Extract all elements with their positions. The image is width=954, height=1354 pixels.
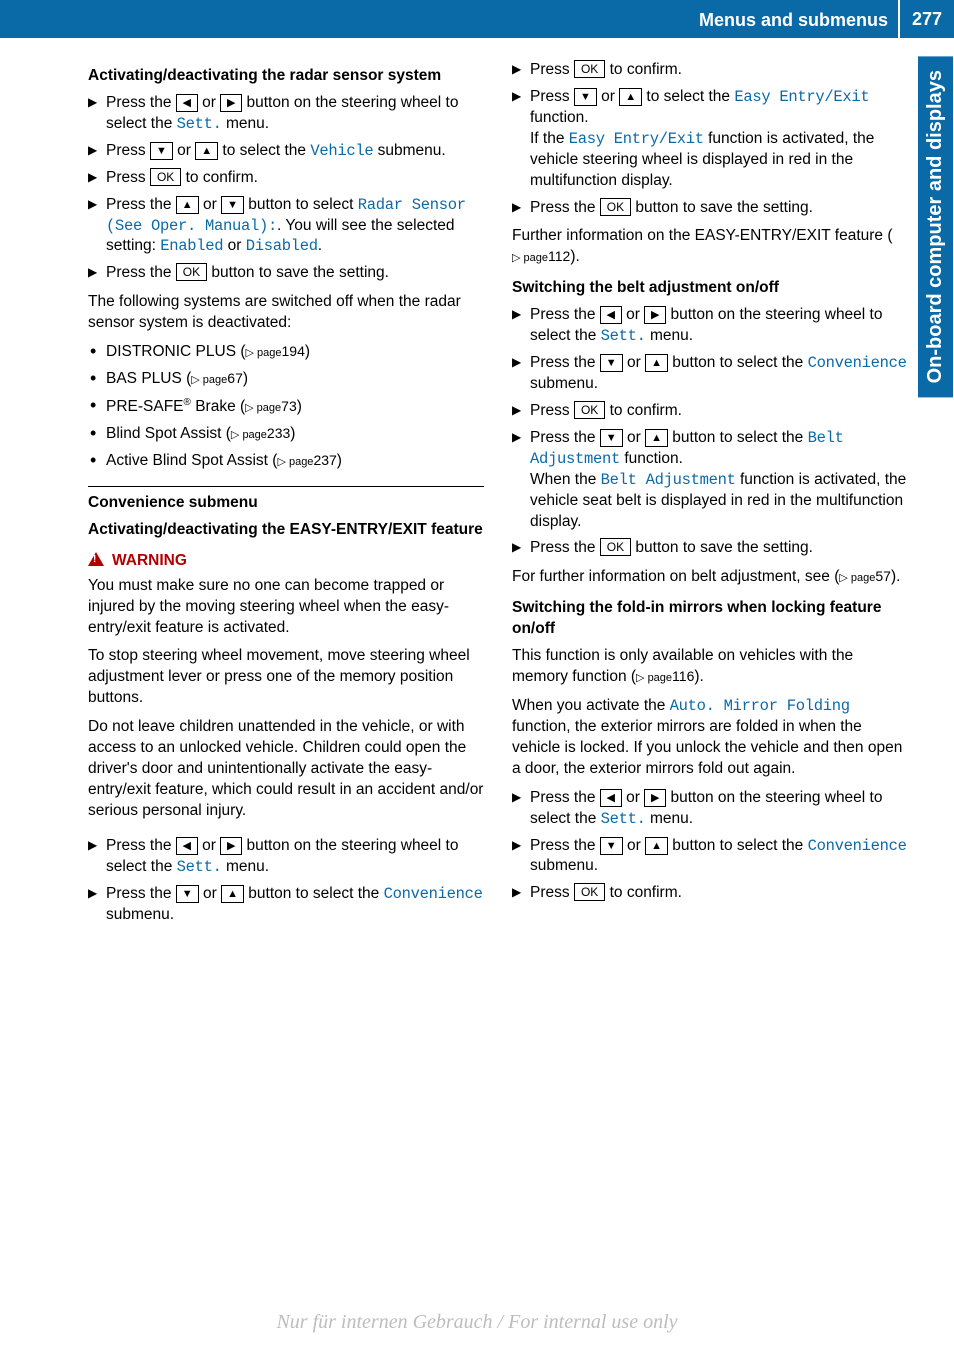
ok-button: OK: [574, 60, 605, 78]
left-column: Activating/deactivating the radar sensor…: [88, 60, 484, 934]
step: Press the ▲ or ▼ button to select Radar …: [88, 195, 484, 258]
step: Press the ▼ or ▲ button to select the Co…: [512, 353, 908, 395]
heading-easy-entry: Activating/deactivating the EASY-ENTRY/E…: [88, 520, 484, 541]
step: Press OK to confirm.: [512, 401, 908, 422]
up-arrow-button: ▲: [645, 429, 668, 447]
down-arrow-button: ▼: [600, 837, 623, 855]
watermark: Nur für internen Gebrauch / For internal…: [0, 1309, 954, 1336]
heading-convenience: Convenience submenu: [88, 486, 484, 514]
left-arrow-button: ◀: [176, 837, 198, 855]
warning-text: Do not leave children unattended in the …: [88, 717, 484, 822]
right-arrow-button: ▶: [220, 94, 242, 112]
step: Press the ◀ or ▶ button on the steering …: [512, 788, 908, 830]
step: Press the ▼ or ▲ button to select the Co…: [512, 836, 908, 878]
easy-entry-steps-b: Press OK to confirm. Press ▼ or ▲ to sel…: [512, 60, 908, 218]
mirror-description: When you activate the Auto. Mirror Foldi…: [512, 696, 908, 780]
up-arrow-button: ▲: [176, 196, 199, 214]
step: Press OK to confirm.: [512, 883, 908, 904]
left-arrow-button: ◀: [600, 306, 622, 324]
warning-icon: [88, 552, 104, 566]
warning-text: To stop steering wheel movement, move st…: [88, 646, 484, 709]
step: Press the OK button to save the setting.: [512, 538, 908, 559]
list-item: BAS PLUS (▷ page 67): [88, 369, 484, 390]
belt-steps: Press the ◀ or ▶ button on the steering …: [512, 305, 908, 559]
step: Press ▼ or ▲ to select the Easy Entry/Ex…: [512, 87, 908, 192]
ok-button: OK: [600, 198, 631, 216]
step: Press the ◀ or ▶ button on the steering …: [88, 836, 484, 878]
side-tab-label: On-board computer and displays: [918, 56, 953, 397]
up-arrow-button: ▲: [195, 142, 218, 160]
step: Press OK to confirm.: [88, 168, 484, 189]
heading-mirror: Switching the fold-in mirrors when locki…: [512, 598, 908, 640]
step: Press the OK button to save the setting.: [512, 198, 908, 219]
step: Press the ▼ or ▲ button to select the Co…: [88, 884, 484, 926]
right-arrow-button: ▶: [644, 306, 666, 324]
list-item: PRE-SAFE® Brake (▷ page 73): [88, 396, 484, 418]
easy-entry-ref: Further information on the EASY-ENTRY/EX…: [512, 226, 908, 268]
down-arrow-button: ▼: [600, 429, 623, 447]
heading-radar: Activating/deactivating the radar sensor…: [88, 66, 484, 87]
header-title: Menus and submenus: [699, 0, 898, 38]
list-item: Blind Spot Assist (▷ page 233): [88, 424, 484, 445]
left-arrow-button: ◀: [600, 789, 622, 807]
right-arrow-button: ▶: [644, 789, 666, 807]
up-arrow-button: ▲: [221, 885, 244, 903]
belt-ref: For further information on belt adjustme…: [512, 567, 908, 588]
left-arrow-button: ◀: [176, 94, 198, 112]
radar-off-intro: The following systems are switched off w…: [88, 292, 484, 334]
warning-label: WARNING: [88, 551, 484, 572]
list-item: DISTRONIC PLUS (▷ page 194): [88, 342, 484, 363]
up-arrow-button: ▲: [645, 354, 668, 372]
radar-off-list: DISTRONIC PLUS (▷ page 194) BAS PLUS (▷ …: [88, 342, 484, 472]
step: Press OK to confirm.: [512, 60, 908, 81]
step: Press the ▼ or ▲ button to select the Be…: [512, 428, 908, 533]
ok-button: OK: [600, 538, 631, 556]
down-arrow-button: ▼: [176, 885, 199, 903]
page-number: 277: [898, 0, 954, 38]
step: Press ▼ or ▲ to select the Vehicle subme…: [88, 141, 484, 162]
header-bar: Menus and submenus 277: [0, 0, 954, 38]
mirror-availability: This function is only available on vehic…: [512, 646, 908, 688]
heading-belt: Switching the belt adjustment on/off: [512, 278, 908, 299]
list-item: Active Blind Spot Assist (▷ page 237): [88, 451, 484, 472]
down-arrow-button: ▼: [600, 354, 623, 372]
step: Press the OK button to save the setting.: [88, 263, 484, 284]
step: Press the ◀ or ▶ button on the steering …: [512, 305, 908, 347]
ok-button: OK: [176, 263, 207, 281]
warning-text: You must make sure no one can become tra…: [88, 576, 484, 639]
right-arrow-button: ▶: [220, 837, 242, 855]
up-arrow-button: ▲: [645, 837, 668, 855]
down-arrow-button: ▼: [221, 196, 244, 214]
radar-steps: Press the ◀ or ▶ button on the steering …: [88, 93, 484, 284]
side-tab: On-board computer and displays: [918, 56, 954, 576]
ok-button: OK: [574, 401, 605, 419]
down-arrow-button: ▼: [574, 88, 597, 106]
mirror-steps: Press the ◀ or ▶ button on the steering …: [512, 788, 908, 905]
ok-button: OK: [574, 883, 605, 901]
up-arrow-button: ▲: [619, 88, 642, 106]
easy-entry-steps-a: Press the ◀ or ▶ button on the steering …: [88, 836, 484, 926]
down-arrow-button: ▼: [150, 142, 173, 160]
step: Press the ◀ or ▶ button on the steering …: [88, 93, 484, 135]
ok-button: OK: [150, 168, 181, 186]
right-column: Press OK to confirm. Press ▼ or ▲ to sel…: [512, 60, 908, 934]
